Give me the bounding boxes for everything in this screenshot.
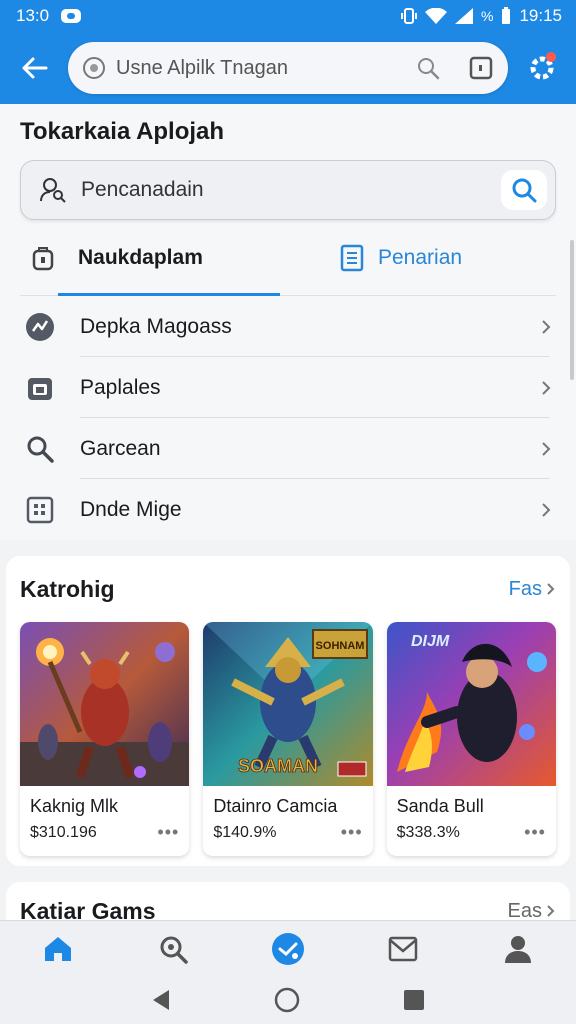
art-text-top: SOHNAM: [316, 640, 365, 652]
menu-list: Depka Magoass Paplales Garcean Dnde Mige: [20, 296, 556, 540]
search-icon: [512, 178, 537, 203]
nav-search[interactable]: [143, 923, 203, 975]
see-all-link[interactable]: Eas: [507, 899, 556, 921]
bottom-navigation: [0, 920, 576, 976]
battery-percent: %: [481, 8, 494, 24]
back-button[interactable]: [14, 48, 54, 88]
chart-circle-icon: [16, 312, 64, 342]
menu-item-label: Paplales: [80, 375, 161, 399]
explore-icon: [271, 932, 304, 965]
camera-icon: [16, 374, 64, 402]
grid-icon: [16, 496, 64, 524]
bag-icon: [32, 246, 54, 270]
address-bar[interactable]: Usne Alpilk Tnagan: [68, 42, 508, 94]
home-circle-icon[interactable]: [274, 987, 300, 1013]
nav-home[interactable]: [28, 923, 88, 975]
status-time-right: 19:15: [519, 6, 562, 25]
settings-button[interactable]: [522, 48, 562, 88]
game-name: Kaknig Mlk: [30, 796, 119, 816]
user-search-icon: [40, 178, 66, 203]
game-price: $338.3%: [396, 823, 460, 841]
app-bar: Usne Alpilk Tnagan: [0, 32, 576, 104]
menu-item-label: Depka Magoass: [80, 314, 232, 338]
tabs-icon[interactable]: [468, 55, 494, 81]
game-card[interactable]: SOHNAM SOAMAN Dtainro Camcia $140.9% •••: [203, 622, 373, 856]
chevron-right-icon: [547, 905, 555, 917]
search-icon: [160, 936, 188, 964]
chevron-right-icon: [536, 441, 556, 457]
section-title: Katiar Gams: [20, 897, 156, 921]
search-icon[interactable]: [416, 56, 440, 80]
menu-item-paplales[interactable]: Paplales: [20, 357, 556, 418]
tab-bar: Naukdaplam Penarian: [20, 220, 556, 296]
chevron-right-icon: [536, 380, 556, 396]
scrollbar[interactable]: [570, 240, 574, 380]
site-info-icon: [83, 57, 105, 79]
main-content: Tokarkaia Aplojah Pencanadain Naukdaplam…: [0, 104, 576, 920]
tab-label: Penarian: [378, 245, 463, 269]
search-input[interactable]: Pencanadain: [20, 160, 556, 220]
person-icon: [505, 935, 532, 963]
notification-icon: [61, 9, 82, 23]
art-text-top: DIJM: [411, 633, 450, 650]
notification-dot: [546, 52, 556, 62]
search-button[interactable]: [501, 170, 547, 210]
tab-label: Naukdaplam: [78, 245, 203, 269]
chevron-right-icon: [536, 319, 556, 335]
vibrate-icon: [401, 8, 417, 24]
art-text-bottom: SOAMAN: [238, 756, 318, 776]
games-section-2: Katiar Gams Eas: [6, 882, 570, 920]
chevron-right-icon: [547, 583, 555, 595]
address-text: Usne Alpilk Tnagan: [116, 56, 288, 79]
game-art-ninja: DIJM: [386, 622, 556, 786]
back-triangle-icon[interactable]: [151, 989, 171, 1011]
game-card[interactable]: Kaknig Mlk $310.196 •••: [20, 622, 190, 856]
see-all-label: Fas: [508, 577, 542, 600]
nav-explore[interactable]: [258, 923, 318, 975]
signal-icon: [455, 8, 473, 24]
search-value: Pencanadain: [81, 178, 204, 201]
game-name: Dtainro Camcia: [213, 796, 338, 816]
arrow-left-icon: [22, 57, 48, 79]
section-title: Katrohig: [20, 575, 115, 602]
more-options-icon[interactable]: •••: [157, 822, 179, 843]
chevron-right-icon: [536, 502, 556, 518]
menu-item-label: Dnde Mige: [80, 497, 182, 521]
see-all-link[interactable]: Fas: [509, 578, 556, 601]
game-price: $140.9%: [213, 823, 277, 841]
wifi-icon: [425, 8, 447, 24]
mail-icon: [388, 936, 418, 961]
page-title: Tokarkaia Aplojah: [20, 118, 225, 145]
menu-item-depka-magoass[interactable]: Depka Magoass: [20, 296, 556, 357]
game-name: Sanda Bull: [396, 796, 484, 816]
menu-item-dnde-mige[interactable]: Dnde Mige: [20, 479, 556, 540]
see-all-label: Eas: [507, 899, 542, 921]
game-art-warrior: [20, 622, 190, 786]
document-icon: [340, 244, 364, 271]
status-bar: 13:0 % 19:15: [0, 0, 576, 32]
tab-naukdaplam[interactable]: Naukdaplam: [20, 245, 320, 271]
status-time-left: 13:0: [16, 6, 50, 25]
battery-icon: [502, 7, 511, 24]
game-art-hero: SOHNAM SOAMAN: [203, 622, 373, 786]
more-options-icon[interactable]: •••: [524, 822, 546, 843]
nav-profile[interactable]: [488, 923, 548, 975]
games-section: Katrohig Fas Kaknig Mlk $310.196 ••• SOH…: [6, 556, 570, 866]
nav-messages[interactable]: [373, 923, 433, 975]
home-icon: [44, 936, 71, 961]
recents-square-icon[interactable]: [403, 989, 425, 1011]
search-icon: [16, 434, 64, 464]
top-panel: Tokarkaia Aplojah Pencanadain Naukdaplam…: [0, 104, 576, 540]
menu-item-label: Garcean: [80, 436, 161, 460]
menu-item-garcean[interactable]: Garcean: [20, 418, 556, 479]
system-navigation-bar: [0, 976, 576, 1024]
more-options-icon[interactable]: •••: [341, 822, 363, 843]
tab-penarian[interactable]: Penarian: [320, 244, 462, 272]
game-card[interactable]: DIJM Sanda Bull $338.3% •••: [386, 622, 556, 856]
game-price: $310.196: [30, 823, 97, 841]
